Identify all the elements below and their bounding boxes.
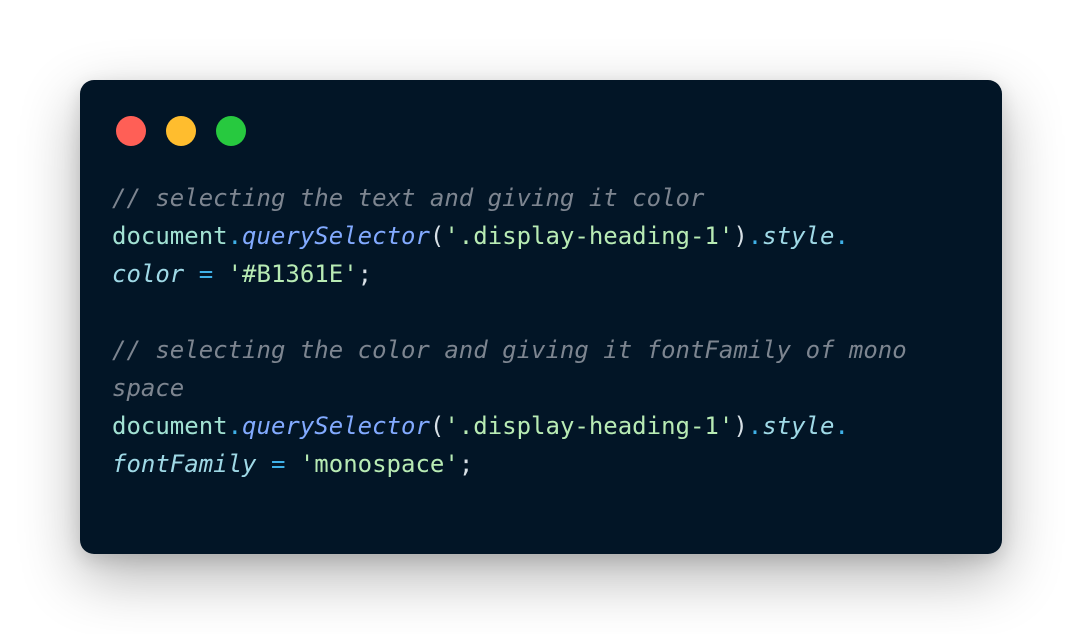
code-dot: . [834,412,849,440]
code-window: // selecting the text and giving it colo… [80,80,1002,554]
code-dot: . [227,222,243,250]
maximize-window-icon[interactable] [216,116,246,146]
code-string: '.display-heading-1' [444,412,734,440]
code-semicolon: ; [357,260,373,288]
code-method: querySelector [242,412,430,440]
close-window-icon[interactable] [116,116,146,146]
code-dot: . [227,412,243,440]
code-line-statement-2b: fontFamily = 'monospace'; [112,445,972,483]
code-string: 'monospace' [299,450,459,478]
code-dot: . [834,222,849,250]
code-line-comment-1: // selecting the text and giving it colo… [112,179,972,217]
code-comment: // selecting the color and giving it fon… [112,336,907,364]
code-paren: ( [429,412,445,440]
window-controls [116,116,246,146]
code-operator: = [184,260,228,288]
code-line-comment-2b: space [112,369,972,407]
code-string: '#B1361E' [227,260,358,288]
code-paren: ( [429,222,445,250]
code-property: color [112,260,185,288]
code-dot: . [747,412,763,440]
code-operator: = [256,450,300,478]
minimize-window-icon[interactable] [166,116,196,146]
code-block: // selecting the text and giving it colo… [112,179,972,483]
code-line-statement-1a: document.querySelector('.display-heading… [112,217,972,255]
code-property: fontFamily [112,450,257,478]
code-property: style [762,412,835,440]
code-line-statement-2a: document.querySelector('.display-heading… [112,407,972,445]
code-identifier: document [112,412,228,440]
code-property: style [762,222,835,250]
code-string: '.display-heading-1' [444,222,734,250]
code-comment: // selecting the text and giving it colo… [112,184,705,212]
code-identifier: document [112,222,228,250]
code-paren: ) [733,222,748,250]
code-line-comment-2a: // selecting the color and giving it fon… [112,331,972,369]
code-line-statement-1b: color = '#B1361E'; [112,255,972,293]
code-comment: space [112,374,185,402]
code-dot: . [747,222,763,250]
code-method: querySelector [242,222,430,250]
code-semicolon: ; [458,450,474,478]
code-paren: ) [733,412,748,440]
